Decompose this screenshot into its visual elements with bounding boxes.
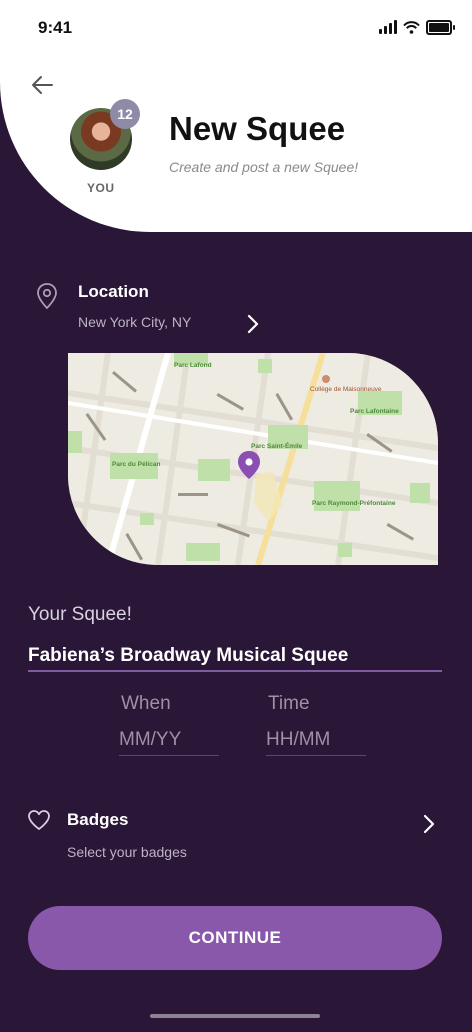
avatar-label: YOU	[87, 181, 115, 195]
heart-icon	[28, 810, 50, 830]
map-label-park-3: Parc Saint-Émile	[251, 441, 303, 450]
time-label: Time	[268, 693, 310, 714]
squee-label: Your Squee!	[28, 604, 132, 625]
badges-subtitle[interactable]: Select your badges	[67, 844, 187, 860]
chevron-right-icon[interactable]	[244, 313, 262, 335]
page-title: New Squee	[169, 110, 346, 147]
when-date-input[interactable]	[119, 725, 219, 756]
map-label-park-1: Parc Lafond	[174, 362, 212, 369]
new-squee-screen: 9:41 12 YOU New Squee Create and post a …	[0, 0, 472, 1032]
map-label-park-2: Parc Lafontaine	[350, 408, 399, 415]
avatar-count-badge: 12	[110, 99, 140, 129]
squee-name-input[interactable]	[28, 642, 442, 672]
location-map[interactable]: Parc Lafond Parc Lafontaine Parc Saint-É…	[68, 353, 438, 565]
battery-icon	[426, 19, 455, 35]
continue-button[interactable]: CONTINUE	[28, 906, 442, 970]
location-pin-icon	[37, 283, 57, 310]
map-label-park-4: Parc du Pélican	[112, 461, 160, 468]
chevron-right-icon[interactable]	[420, 813, 438, 835]
page-subtitle: Create and post a new Squee!	[169, 159, 359, 175]
location-value[interactable]: New York City, NY	[78, 314, 191, 330]
status-time: 9:41	[38, 18, 73, 37]
location-label: Location	[78, 282, 149, 301]
header-card: 9:41 12 YOU New Squee Create and post a …	[0, 0, 472, 232]
back-arrow-icon[interactable]	[28, 72, 56, 98]
map-label-park-5: Parc Raymond-Préfontaine	[312, 500, 396, 507]
status-icons	[379, 18, 455, 36]
wifi-icon	[403, 20, 420, 34]
home-indicator	[150, 1014, 320, 1018]
time-input[interactable]	[266, 725, 366, 756]
signal-icon	[379, 20, 397, 34]
map-label-college: Collège de Maisonneuve	[310, 386, 382, 393]
badges-label: Badges	[67, 810, 129, 829]
when-label: When	[121, 693, 171, 714]
